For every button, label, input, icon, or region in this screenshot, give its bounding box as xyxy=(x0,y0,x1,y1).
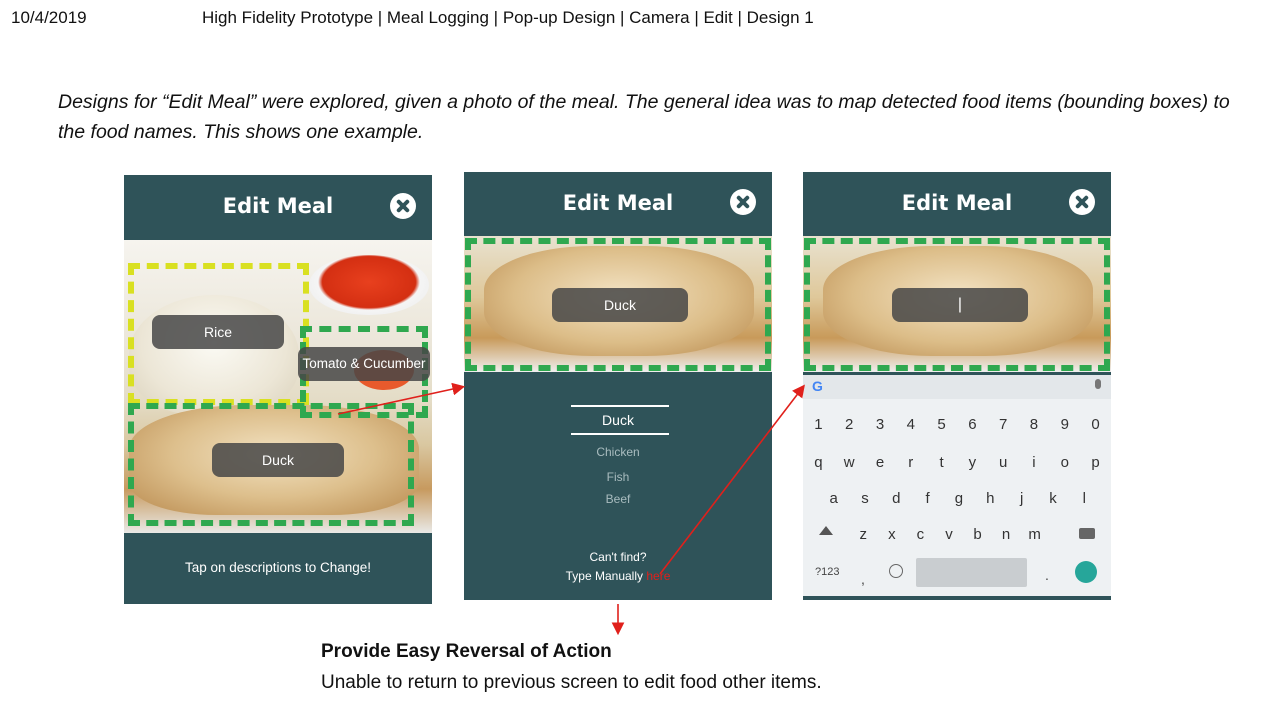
usability-issue-description: Unable to return to previous screen to e… xyxy=(321,672,822,693)
usability-issue-title: Provide Easy Reversal of Action xyxy=(321,641,612,662)
annotation-arrows xyxy=(337,382,805,636)
arrow-duck-to-picker xyxy=(337,382,466,415)
arrow-here-to-keyboard xyxy=(659,384,805,575)
